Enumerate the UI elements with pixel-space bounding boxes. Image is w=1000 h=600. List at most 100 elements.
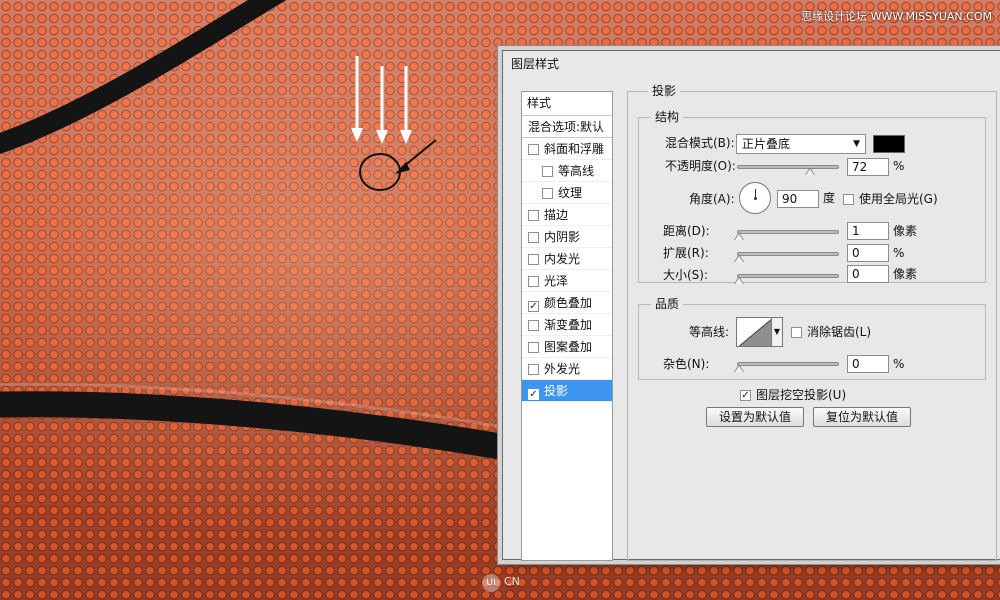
style-item-drop-shadow[interactable]: ✓ 投影 bbox=[522, 380, 612, 402]
style-item-bevel-emboss[interactable]: 斜面和浮雕 bbox=[522, 138, 612, 160]
distance-slider-thumb[interactable] bbox=[734, 232, 744, 240]
drop-shadow-panel: 投影 结构 混合模式(B): 正片叠底 ▼ 不透明度(O): 72 % 角度(A… bbox=[627, 84, 997, 561]
blend-mode-value: 正片叠底 bbox=[742, 137, 791, 151]
contour-dropdown-arrow-icon[interactable]: ▼ bbox=[772, 317, 783, 347]
blend-mode-label: 混合模式(B): bbox=[665, 136, 735, 150]
quality-group: 品质 等高线: ▼ 消除锯齿(L) 杂色(N): 0 % bbox=[638, 297, 986, 380]
knockout-checkbox[interactable]: ✓ bbox=[740, 390, 751, 401]
checkbox[interactable] bbox=[542, 188, 553, 199]
style-item-blending-options[interactable]: 混合选项:默认 bbox=[522, 116, 612, 138]
style-item-contour[interactable]: 等高线 bbox=[522, 160, 612, 182]
style-item-satin[interactable]: 光泽 bbox=[522, 270, 612, 292]
distance-input[interactable]: 1 bbox=[847, 222, 889, 240]
checkbox[interactable] bbox=[528, 232, 539, 243]
style-item-label: 颜色叠加 bbox=[544, 296, 593, 310]
opacity-slider[interactable] bbox=[737, 165, 839, 175]
contour-preview[interactable] bbox=[736, 317, 772, 347]
black-arrow-icon bbox=[395, 139, 437, 174]
style-item-label: 纹理 bbox=[558, 186, 583, 200]
style-item-outer-glow[interactable]: 外发光 bbox=[522, 358, 612, 380]
noise-unit: % bbox=[893, 357, 905, 371]
style-item-pattern-overlay[interactable]: 图案叠加 bbox=[522, 336, 612, 358]
checkbox-checked[interactable]: ✓ bbox=[528, 301, 539, 312]
angle-input[interactable]: 90 bbox=[777, 190, 819, 208]
style-item-gradient-overlay[interactable]: 渐变叠加 bbox=[522, 314, 612, 336]
reset-default-button[interactable]: 复位为默认值 bbox=[813, 407, 911, 427]
opacity-slider-thumb[interactable] bbox=[805, 167, 815, 175]
size-label: 大小(S): bbox=[663, 268, 709, 282]
size-unit: 像素 bbox=[893, 267, 918, 281]
style-item-inner-glow[interactable]: 内发光 bbox=[522, 248, 612, 270]
style-item-label: 光泽 bbox=[544, 274, 569, 288]
spread-unit: % bbox=[893, 246, 905, 260]
dropdown-arrow-icon: ▼ bbox=[853, 139, 860, 149]
checkbox[interactable] bbox=[542, 166, 553, 177]
angle-dial[interactable] bbox=[739, 182, 771, 214]
noise-slider-thumb[interactable] bbox=[734, 364, 744, 372]
angle-label: 角度(A): bbox=[689, 192, 735, 206]
noise-input[interactable]: 0 bbox=[847, 355, 889, 373]
style-item-stroke[interactable]: 描边 bbox=[522, 204, 612, 226]
style-item-texture[interactable]: 纹理 bbox=[522, 182, 612, 204]
checkbox[interactable] bbox=[528, 210, 539, 221]
size-input[interactable]: 0 bbox=[847, 265, 889, 283]
set-default-button[interactable]: 设置为默认值 bbox=[706, 407, 804, 427]
size-slider[interactable] bbox=[734, 274, 839, 284]
logo-badge-icon: UI bbox=[482, 574, 500, 592]
watermark: 思缘设计论坛 WWW.MISSYUAN.COM bbox=[801, 10, 992, 23]
checkbox[interactable] bbox=[528, 144, 539, 155]
angle-unit: 度 bbox=[823, 191, 836, 205]
layer-style-dialog: 图层样式 样式 混合选项:默认 斜面和浮雕 等高线 纹理 描边 内阴影 内发光 … bbox=[502, 50, 1000, 561]
distance-label: 距离(D): bbox=[663, 224, 710, 238]
checkbox-checked[interactable]: ✓ bbox=[528, 389, 539, 400]
antialias-checkbox[interactable] bbox=[791, 327, 802, 338]
style-item-label: 投影 bbox=[544, 384, 569, 398]
checkbox[interactable] bbox=[528, 342, 539, 353]
style-item-label: 内发光 bbox=[544, 252, 581, 266]
spread-slider[interactable] bbox=[734, 252, 839, 262]
style-item-label: 斜面和浮雕 bbox=[544, 142, 605, 156]
checkbox[interactable] bbox=[528, 320, 539, 331]
blend-mode-select[interactable]: 正片叠底 ▼ bbox=[736, 134, 866, 154]
spread-slider-thumb[interactable] bbox=[734, 254, 744, 262]
knockout-label[interactable]: 图层挖空投影(U) bbox=[756, 386, 846, 404]
quality-title: 品质 bbox=[651, 297, 684, 311]
distance-slider[interactable] bbox=[734, 230, 839, 240]
styles-list-title[interactable]: 样式 bbox=[522, 92, 612, 116]
structure-title: 结构 bbox=[651, 110, 684, 124]
site-logo: UI CN bbox=[482, 574, 520, 592]
opacity-input[interactable]: 72 bbox=[847, 158, 889, 176]
shadow-color-swatch[interactable] bbox=[873, 135, 905, 153]
section-title: 投影 bbox=[648, 84, 681, 98]
size-slider-thumb[interactable] bbox=[734, 276, 744, 284]
distance-unit: 像素 bbox=[893, 224, 918, 238]
style-item-label: 等高线 bbox=[558, 164, 595, 178]
checkbox[interactable] bbox=[528, 254, 539, 265]
style-item-label: 外发光 bbox=[544, 362, 581, 376]
opacity-label: 不透明度(O): bbox=[665, 159, 736, 173]
style-item-inner-shadow[interactable]: 内阴影 bbox=[522, 226, 612, 248]
highlight-circle bbox=[359, 153, 401, 191]
antialias-label[interactable]: 消除锯齿(L) bbox=[807, 323, 871, 341]
noise-slider[interactable] bbox=[734, 362, 839, 372]
spread-input[interactable]: 0 bbox=[847, 244, 889, 262]
contour-curve-icon bbox=[738, 319, 771, 346]
checkbox[interactable] bbox=[528, 364, 539, 375]
white-arrow-icon bbox=[376, 66, 388, 144]
white-arrow-icon bbox=[400, 66, 412, 144]
noise-label: 杂色(N): bbox=[663, 357, 710, 371]
global-light-label[interactable]: 使用全局光(G) bbox=[859, 190, 938, 208]
white-arrow-icon bbox=[351, 56, 363, 142]
style-item-label: 混合选项:默认 bbox=[528, 120, 605, 134]
style-item-label: 内阴影 bbox=[544, 230, 581, 244]
checkbox[interactable] bbox=[528, 276, 539, 287]
contour-label: 等高线: bbox=[689, 325, 730, 339]
style-item-label: 图案叠加 bbox=[544, 340, 593, 354]
global-light-checkbox[interactable] bbox=[843, 194, 854, 205]
logo-text: CN bbox=[504, 575, 520, 588]
style-item-label: 渐变叠加 bbox=[544, 318, 593, 332]
opacity-unit: % bbox=[893, 159, 905, 173]
dialog-title: 图层样式 bbox=[511, 57, 560, 71]
structure-group: 结构 混合模式(B): 正片叠底 ▼ 不透明度(O): 72 % 角度(A): … bbox=[638, 110, 986, 284]
style-item-color-overlay[interactable]: ✓ 颜色叠加 bbox=[522, 292, 612, 314]
